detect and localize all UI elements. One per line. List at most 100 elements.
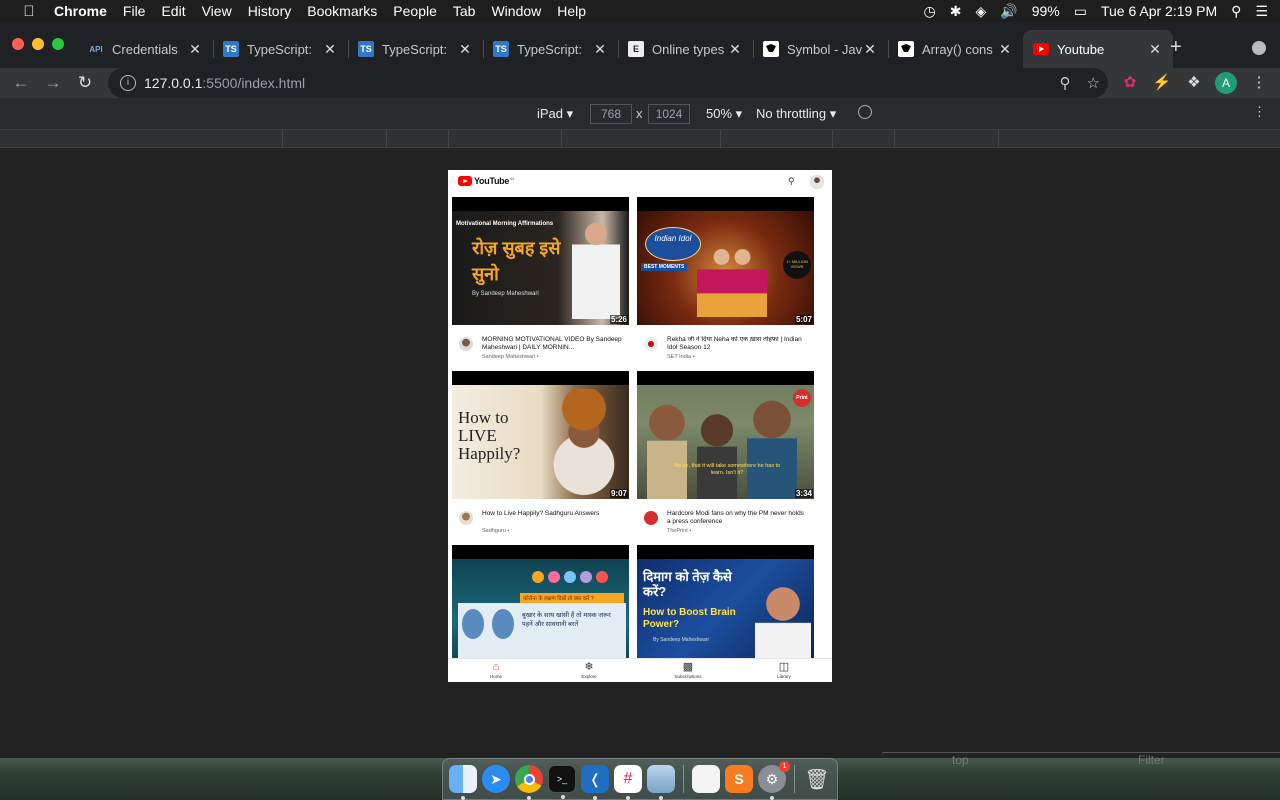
channel-avatar[interactable]: [459, 337, 473, 351]
wifi-icon[interactable]: ◈: [975, 3, 986, 20]
close-tab-icon[interactable]: ✕: [1147, 41, 1163, 58]
time-machine-icon[interactable]: ◷: [924, 3, 936, 20]
video-thumbnail[interactable]: Print No no, that it will take somewhere…: [637, 371, 814, 499]
context-select[interactable]: top: [952, 753, 969, 767]
nav-library[interactable]: ◫ Library: [754, 660, 814, 679]
terminal-icon[interactable]: >_: [548, 765, 576, 799]
video-title[interactable]: MORNING MOTIVATIONAL VIDEO By Sandeep Ma…: [482, 336, 622, 352]
menu-help[interactable]: Help: [557, 3, 586, 19]
close-tab-icon[interactable]: ✕: [187, 41, 203, 58]
viewport-width-input[interactable]: 768: [590, 104, 632, 124]
nav-home[interactable]: ⌂ Home: [466, 660, 526, 679]
nav-explore[interactable]: ❄ Explore: [559, 660, 619, 679]
channel-name[interactable]: ThePrint •: [667, 528, 691, 534]
close-tab-icon[interactable]: ✕: [457, 41, 473, 58]
clock[interactable]: Tue 6 Apr 2:19 PM: [1101, 3, 1217, 19]
channel-avatar[interactable]: [644, 337, 658, 351]
bluetooth-icon[interactable]: ✱: [950, 3, 962, 20]
video-card[interactable]: Print No no, that it will take somewhere…: [637, 368, 814, 542]
chrome-icon[interactable]: [515, 765, 543, 800]
video-title[interactable]: How to Live Happily? Sadhguru Answers: [482, 510, 622, 518]
video-card[interactable]: Motivational Morning Affirmations रोज़ स…: [452, 194, 629, 368]
zoom-icon[interactable]: ⚲: [1060, 74, 1071, 92]
search-icon[interactable]: ⚲: [788, 176, 795, 187]
site-info-icon[interactable]: i: [120, 75, 136, 91]
reload-button[interactable]: ↻: [74, 72, 96, 94]
battery-icon[interactable]: ▭: [1074, 3, 1087, 20]
tab-symbol[interactable]: Symbol - Jav ✕: [753, 30, 888, 68]
menu-bookmarks[interactable]: Bookmarks: [307, 3, 377, 19]
tab-typescript-2[interactable]: TS TypeScript: ✕: [348, 30, 483, 68]
video-title[interactable]: Rekha जी ने दिया Neha को एक ख़ास तोहफ़ा …: [667, 336, 807, 352]
slack-icon[interactable]: #: [614, 765, 642, 800]
youtube-logo[interactable]: YouTube IN: [458, 176, 514, 186]
url-text[interactable]: 127.0.0.1:5500/index.html: [144, 75, 305, 91]
rotate-icon[interactable]: [858, 105, 872, 119]
preview-icon[interactable]: [647, 765, 675, 800]
tab-credentials[interactable]: API Credentials ✕: [78, 30, 213, 68]
menu-app-chrome[interactable]: Chrome: [54, 3, 107, 19]
forward-button[interactable]: →: [42, 72, 64, 94]
close-tab-icon[interactable]: ✕: [862, 41, 878, 58]
menu-file[interactable]: File: [123, 3, 146, 19]
volume-icon[interactable]: 🔊: [1000, 3, 1017, 20]
safari-icon[interactable]: ➤: [482, 765, 510, 793]
tab-search-icon[interactable]: [1252, 41, 1266, 55]
tab-online-types[interactable]: E Online types ✕: [618, 30, 753, 68]
chrome-menu-icon[interactable]: ⋮: [1248, 72, 1270, 94]
throttle-select[interactable]: No throttling ▾: [756, 106, 836, 122]
device-select[interactable]: iPad ▾: [537, 106, 573, 122]
menu-view[interactable]: View: [202, 3, 232, 19]
battery-percent[interactable]: 99%: [1032, 3, 1060, 19]
close-tab-icon[interactable]: ✕: [727, 41, 743, 58]
address-bar[interactable]: i 127.0.0.1:5500/index.html ⚲ ☆: [108, 68, 1108, 98]
channel-name[interactable]: Sandeep Maheshwari •: [482, 354, 539, 360]
menu-edit[interactable]: Edit: [161, 3, 185, 19]
channel-avatar[interactable]: [459, 511, 473, 525]
bookmark-star-icon[interactable]: ☆: [1087, 74, 1100, 92]
profile-avatar[interactable]: A: [1215, 72, 1237, 94]
video-thumbnail[interactable]: दिमाग को तेज़ कैसे करें? How to Boost Br…: [637, 545, 814, 673]
viewport-height-input[interactable]: 1024: [648, 104, 690, 124]
video-title[interactable]: Hardcore Modi fans on why the PM never h…: [667, 510, 807, 526]
menu-history[interactable]: History: [248, 3, 292, 19]
sublime-icon[interactable]: S: [725, 765, 753, 793]
apple-icon[interactable]: : [18, 3, 40, 20]
video-card[interactable]: Indian Idol BEST MOMENTS 1+ MILLION VIEW…: [637, 194, 814, 368]
device-options-icon[interactable]: ⋮: [1253, 104, 1266, 120]
spotlight-icon[interactable]: ⚲: [1231, 3, 1241, 20]
zoom-select[interactable]: 50% ▾: [706, 106, 742, 122]
channel-name[interactable]: Sadhguru •: [482, 528, 509, 534]
minimize-window-button[interactable]: [32, 38, 44, 50]
close-tab-icon[interactable]: ✕: [592, 41, 608, 58]
new-tab-button[interactable]: +: [1170, 36, 1182, 59]
tab-typescript-3[interactable]: TS TypeScript: ✕: [483, 30, 618, 68]
system-preferences-icon[interactable]: ⚙ 1: [758, 761, 790, 800]
fullscreen-window-button[interactable]: [52, 38, 64, 50]
media-query-ruler[interactable]: [0, 130, 1280, 148]
close-tab-icon[interactable]: ✕: [997, 41, 1013, 58]
video-thumbnail[interactable]: Indian Idol BEST MOMENTS 1+ MILLION VIEW…: [637, 197, 814, 325]
menu-people[interactable]: People: [393, 3, 437, 19]
tab-array[interactable]: Array() cons ✕: [888, 30, 1023, 68]
nav-subscriptions[interactable]: ▩ Subscriptions: [658, 660, 718, 679]
tab-typescript-1[interactable]: TS TypeScript: ✕: [213, 30, 348, 68]
video-thumbnail[interactable]: कोरोना के लक्षण दिखें तो क्या करें ? बुख…: [452, 545, 629, 673]
video-thumbnail[interactable]: How to LIVE Happily? 9:07: [452, 371, 629, 499]
vscode-icon[interactable]: ❬: [581, 765, 609, 800]
video-card[interactable]: How to LIVE Happily? 9:07 How to Live Ha…: [452, 368, 629, 542]
channel-avatar[interactable]: [644, 511, 658, 525]
user-avatar[interactable]: [810, 175, 824, 189]
trash-icon[interactable]: 🗑: [803, 765, 831, 793]
textedit-icon[interactable]: [692, 765, 720, 793]
extensions-puzzle-icon[interactable]: ❖: [1183, 72, 1205, 94]
video-thumbnail[interactable]: Motivational Morning Affirmations रोज़ स…: [452, 197, 629, 325]
color-extension-icon[interactable]: ✿: [1119, 72, 1141, 94]
menu-window[interactable]: Window: [491, 3, 541, 19]
close-window-button[interactable]: [12, 38, 24, 50]
finder-icon[interactable]: [449, 765, 477, 800]
back-button[interactable]: ←: [10, 72, 32, 94]
tab-youtube[interactable]: Youtube ✕: [1023, 30, 1173, 68]
channel-name[interactable]: SET India •: [667, 354, 695, 360]
filter-input[interactable]: Filter: [1138, 753, 1165, 767]
